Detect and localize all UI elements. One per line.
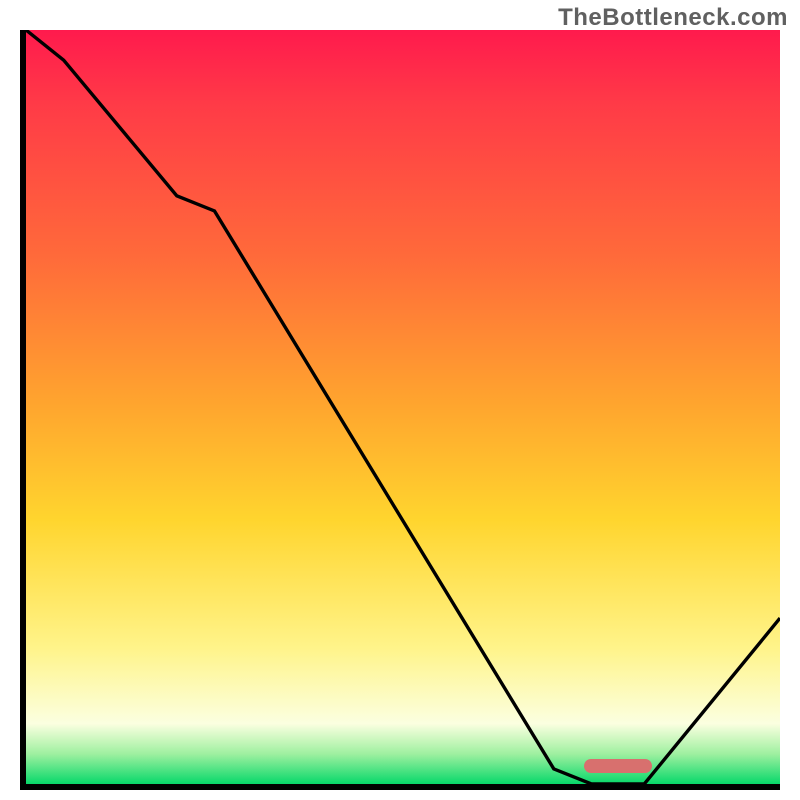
- plot-area: [20, 30, 780, 790]
- bottleneck-curve: [26, 30, 780, 784]
- optimal-range-marker: [584, 759, 652, 773]
- attribution-text: TheBottleneck.com: [558, 4, 788, 32]
- chart-frame: TheBottleneck.com: [0, 0, 800, 800]
